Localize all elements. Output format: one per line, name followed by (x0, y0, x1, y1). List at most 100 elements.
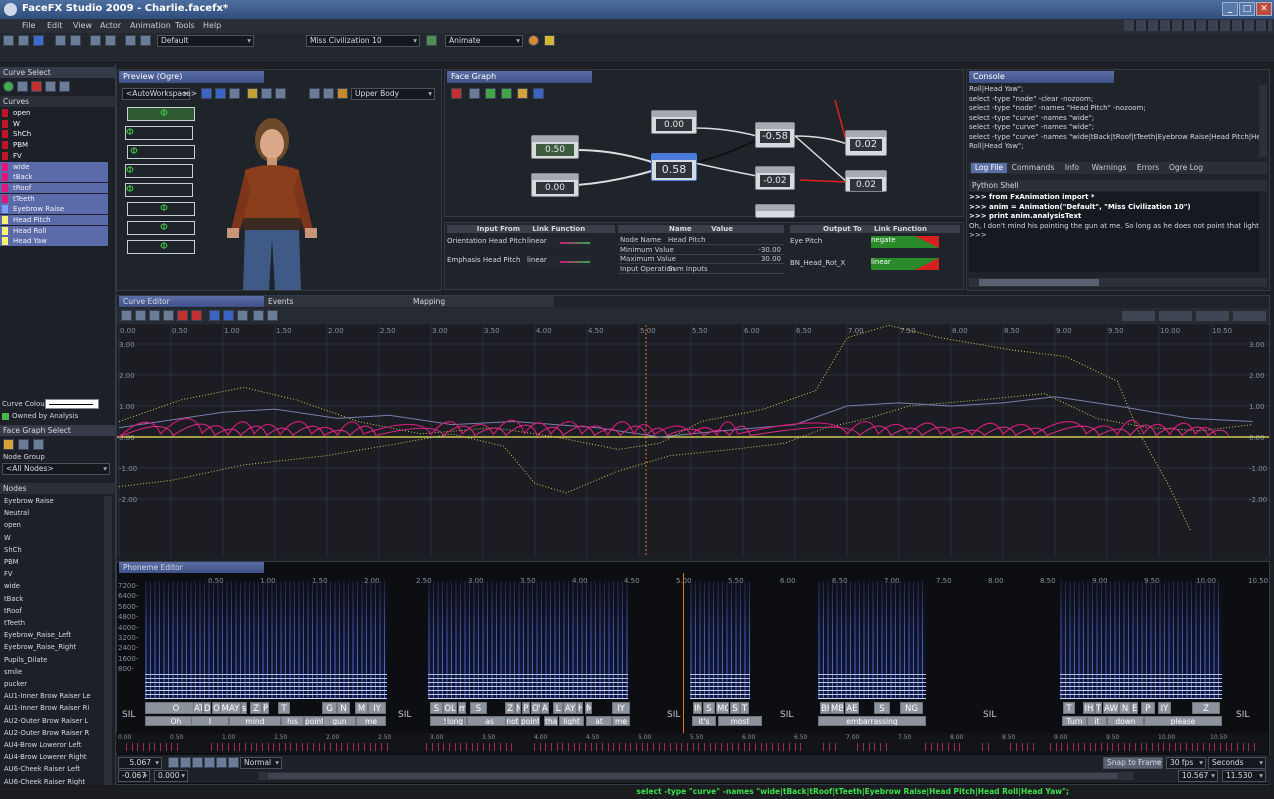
ce-tool-2[interactable] (135, 310, 146, 321)
workspace-slider[interactable]: Φ (127, 202, 195, 216)
phoneme-segment[interactable]: N (1119, 702, 1131, 714)
phoneme-segment[interactable]: T (1095, 702, 1102, 714)
layout-buttons[interactable] (1124, 20, 1272, 31)
menu-animation[interactable]: Animation (130, 21, 171, 30)
node-list-item[interactable]: AU4-Brow Loweror Left (4, 740, 102, 750)
ce-time-fields[interactable] (1122, 311, 1267, 321)
save-icon[interactable] (33, 35, 44, 46)
property-row[interactable]: Minimum Value -30.00 (618, 246, 784, 255)
open-folder-icon[interactable] (3, 439, 14, 450)
light-icon[interactable] (323, 88, 334, 99)
end-icon[interactable] (228, 757, 239, 768)
curve-canvas[interactable]: 0.00 0.50 1.00 1.50 2.00 2.50 3.00 3.50 4.00 4.50… (117, 325, 1269, 557)
ws-icon-b[interactable] (261, 88, 272, 99)
new-icon[interactable] (3, 35, 14, 46)
phoneme-segment[interactable]: L (553, 702, 563, 714)
node-list-item[interactable]: AU2-Outer Brow Raiser R (4, 728, 102, 738)
curve-item[interactable]: Head Yaw (0, 236, 108, 247)
node-list-item[interactable]: AU4-Brow Lowerer Right (4, 752, 102, 762)
node-list-item[interactable]: Eyebrow Raise (4, 496, 102, 506)
graph-node-input-a[interactable]: 0.50 (531, 135, 579, 159)
graph-node-right-a[interactable]: 0.02 (845, 130, 887, 156)
ce-tool-10[interactable] (253, 310, 264, 321)
menu-view[interactable]: View (73, 21, 92, 30)
loop-icon[interactable] (168, 757, 179, 768)
word-segment[interactable]: I (191, 716, 229, 726)
word-segment[interactable]: that (544, 716, 558, 726)
property-row[interactable]: Node Name Head Pitch (618, 236, 784, 245)
input-fn-1[interactable]: linear (527, 237, 591, 248)
workspace-select[interactable]: <AutoWorkspace> (122, 88, 197, 100)
ce-tool-8[interactable] (223, 310, 234, 321)
phoneme-segment[interactable]: OL (443, 702, 457, 714)
node-list-item[interactable]: wide (4, 581, 102, 591)
phoneme-area[interactable]: 0.50 1.00 1.50 2.00 2.50 3.00 3.50 4.00 4.50 5.00… (116, 573, 1270, 785)
slider-handle-icon[interactable]: Φ (126, 165, 134, 177)
curve-item[interactable]: PBM (0, 140, 108, 150)
link-icon[interactable] (33, 439, 44, 450)
ce-tool-5[interactable] (177, 310, 188, 321)
end-time-field[interactable]: 10.567 (1178, 770, 1218, 782)
phoneme-segment[interactable]: IH (1083, 702, 1095, 714)
word-segment[interactable]: down (1107, 716, 1144, 726)
word-segment[interactable]: light (559, 716, 584, 726)
phoneme-segment[interactable]: HE (577, 702, 583, 714)
tab-mapping[interactable]: Mapping (409, 296, 554, 307)
ce-tool-7[interactable] (209, 310, 220, 321)
playback-mode-select[interactable]: Normal (240, 757, 282, 769)
body-select[interactable]: Upper Body (351, 88, 435, 100)
output-fn-1[interactable]: negate (871, 236, 939, 248)
phoneme-segment[interactable]: MAY (220, 702, 241, 714)
ce-tool-1[interactable] (121, 310, 132, 321)
node-list-item[interactable]: open (4, 520, 102, 530)
input-name-1[interactable]: Orientation Head Pitch (447, 237, 526, 245)
python-shell[interactable]: >>> from FxAnimation import * >>> anim = … (969, 192, 1259, 272)
delete-icon[interactable] (31, 81, 42, 92)
word-segment[interactable]: not (505, 716, 520, 726)
phoneme-segment[interactable]: Z (1192, 702, 1220, 714)
word-segment[interactable]: Turn (1062, 716, 1087, 726)
phoneme-segment[interactable]: IY (612, 702, 630, 714)
node-list-item[interactable]: ShCh (4, 545, 102, 555)
console-tab-errors[interactable]: Errors (1133, 163, 1163, 173)
output-fn-2[interactable]: linear (871, 258, 939, 270)
forward-icon[interactable] (140, 35, 151, 46)
console-tab-ogre-log[interactable]: Ogre Log (1167, 163, 1205, 173)
console-tab-log-file[interactable]: Log File (971, 163, 1007, 173)
ws-icon-a[interactable] (247, 88, 258, 99)
time-field[interactable]: 5.067 (118, 757, 162, 769)
menu-file[interactable]: File (22, 21, 35, 30)
phoneme-segment[interactable]: M (355, 702, 368, 714)
console-scrollbar[interactable] (1259, 85, 1267, 157)
workspace-slider[interactable]: Φ (127, 240, 195, 254)
curve-item[interactable]: Head Pitch (0, 215, 108, 225)
undo-icon[interactable] (55, 35, 66, 46)
node-list-item[interactable]: AU2-Outer Brow Raiser L (4, 716, 102, 726)
ce-tool-11[interactable] (267, 310, 278, 321)
word-segment[interactable]: it (1087, 716, 1107, 726)
graph-node-right-b[interactable]: 0.02 (845, 170, 887, 192)
word-segment[interactable]: mind (229, 716, 281, 726)
node-list-item[interactable]: Pupils_Dilate (4, 655, 102, 665)
phoneme-segment[interactable]: T (740, 702, 749, 714)
phoneme-segment[interactable]: S (703, 702, 715, 714)
phoneme-segment[interactable]: OYN (531, 702, 541, 714)
phoneme-segment[interactable]: IN (693, 702, 702, 714)
camera-icon[interactable] (309, 88, 320, 99)
maximize-button[interactable]: □ (1239, 2, 1255, 16)
owned-by-analysis-checkbox[interactable]: Owned by Analysis (2, 412, 78, 420)
node-list-item[interactable]: Neutral (4, 508, 102, 518)
word-segment[interactable]: gun (323, 716, 356, 726)
node-group-select[interactable]: <All Nodes> (2, 463, 110, 475)
phoneme-segment[interactable]: MB (830, 702, 844, 714)
back-icon[interactable] (125, 35, 136, 46)
slider-handle-icon[interactable]: Φ (160, 203, 168, 215)
folder-icon[interactable] (544, 35, 555, 46)
node-list-item[interactable]: PBM (4, 557, 102, 567)
word-segment[interactable]: most (718, 716, 762, 726)
phoneme-segment[interactable]: S (730, 702, 740, 714)
graph-node-input-b[interactable]: 0.00 (531, 173, 579, 197)
phoneme-segment[interactable]: S (874, 702, 890, 714)
ws-icon-c[interactable] (275, 88, 286, 99)
curve-item[interactable]: Eyebrow Raise (0, 204, 108, 215)
